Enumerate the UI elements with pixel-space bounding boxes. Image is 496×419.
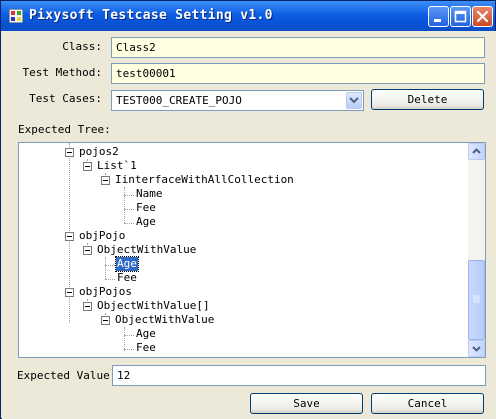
- test-cases-selected: TEST000_CREATE_POJO: [116, 94, 242, 107]
- tree-scrollbar[interactable]: [468, 143, 485, 357]
- tree-connector: [124, 209, 134, 210]
- tree-node[interactable]: Fee: [136, 341, 156, 355]
- tree-node[interactable]: ObjectWithValue: [97, 243, 196, 257]
- scroll-up-button[interactable]: [468, 143, 485, 160]
- collapse-icon[interactable]: [65, 288, 74, 297]
- collapse-icon[interactable]: [83, 162, 92, 171]
- window-title: Pixysoft Testcase Setting v1.0: [29, 8, 273, 23]
- class-field[interactable]: Class2: [111, 37, 485, 58]
- class-label: Class:: [62, 40, 102, 53]
- scroll-thumb[interactable]: [468, 260, 485, 340]
- maximize-icon: [454, 10, 467, 23]
- tree-connector: [124, 327, 125, 351]
- tree-node[interactable]: Fee: [117, 271, 137, 285]
- tree-connector: [105, 265, 115, 266]
- collapse-icon[interactable]: [101, 316, 110, 325]
- tree-node[interactable]: ObjectWithValue: [115, 313, 214, 327]
- minimize-icon: [434, 19, 441, 22]
- expected-tree-view[interactable]: pojos2 List`1 IinterfaceWithAllCollectio…: [18, 142, 486, 358]
- close-button[interactable]: [472, 6, 493, 27]
- collapse-icon[interactable]: [83, 246, 92, 255]
- expected-value-label: Expected Value:: [17, 369, 117, 382]
- maximize-button[interactable]: [450, 6, 471, 27]
- tree-node-selected[interactable]: Age: [115, 256, 139, 272]
- tree-connector: [105, 279, 115, 280]
- app-icon: [8, 8, 24, 24]
- chevron-down-icon: [472, 346, 481, 352]
- collapse-icon[interactable]: [101, 176, 110, 185]
- tree-node[interactable]: Age: [136, 327, 156, 341]
- tree-node[interactable]: Name: [136, 187, 163, 201]
- test-method-label: Test Method:: [22, 66, 102, 79]
- chevron-down-icon: [349, 97, 359, 104]
- delete-button[interactable]: Delete: [371, 89, 484, 110]
- tree-node[interactable]: List`1: [97, 159, 137, 173]
- tree-connector: [124, 335, 134, 336]
- tree-connector: [124, 187, 125, 223]
- tree-node[interactable]: IinterfaceWithAllCollection: [115, 173, 294, 187]
- tree-node[interactable]: ObjectWithValue[]: [97, 299, 210, 313]
- form-content: Class: Class2 Test Method: test00001 Tes…: [2, 31, 496, 419]
- expected-value-field[interactable]: 12: [112, 365, 486, 386]
- tree-node[interactable]: objPojos: [79, 285, 132, 299]
- collapse-icon[interactable]: [65, 148, 74, 157]
- tree-node[interactable]: Age: [136, 215, 156, 229]
- save-button[interactable]: Save: [250, 393, 363, 414]
- grip-icon: [473, 295, 480, 303]
- chevron-up-icon: [472, 148, 481, 154]
- expected-tree-label: Expected Tree:: [18, 123, 111, 136]
- tree-connector: [124, 195, 134, 196]
- scroll-down-button[interactable]: [468, 340, 485, 357]
- tree-node[interactable]: Fee: [136, 201, 156, 215]
- minimize-button[interactable]: [428, 6, 449, 27]
- close-icon: [476, 10, 489, 23]
- dropdown-arrow-button[interactable]: [346, 92, 362, 109]
- main-window: Pixysoft Testcase Setting v1.0 Class: Cl…: [0, 0, 496, 419]
- tree-node[interactable]: pojos2: [79, 145, 119, 159]
- test-cases-label: Test Cases:: [29, 92, 102, 105]
- tree-connector: [124, 349, 134, 350]
- test-method-field[interactable]: test00001: [111, 63, 485, 84]
- collapse-icon[interactable]: [83, 302, 92, 311]
- tree-connector: [105, 257, 106, 279]
- collapse-icon[interactable]: [65, 232, 74, 241]
- title-bar[interactable]: Pixysoft Testcase Setting v1.0: [1, 1, 495, 31]
- tree-connector: [124, 223, 134, 224]
- cancel-button[interactable]: Cancel: [371, 393, 484, 414]
- tree-node[interactable]: objPojo: [79, 229, 125, 243]
- test-cases-dropdown[interactable]: TEST000_CREATE_POJO: [111, 90, 364, 111]
